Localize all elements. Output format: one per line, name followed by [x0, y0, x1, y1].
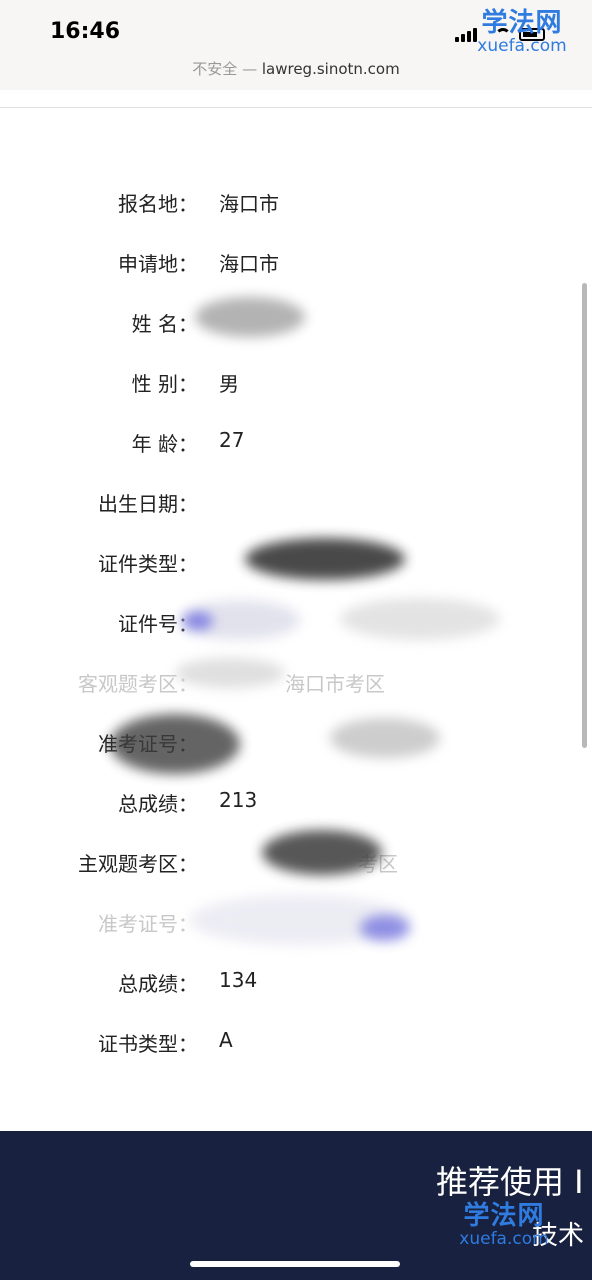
- row-value: 213: [219, 788, 258, 812]
- row-label: 年 龄：: [131, 432, 198, 456]
- row-label: 姓 名：: [131, 312, 198, 336]
- row-application-place: 申请地： 海口市: [0, 240, 592, 280]
- redaction-blur: [340, 598, 500, 640]
- status-time: 16:46: [50, 19, 121, 44]
- signal-icon: [455, 37, 459, 42]
- redaction-blur: [195, 297, 305, 337]
- row-label: 准考证号：: [98, 912, 198, 936]
- redaction-blur: [245, 538, 405, 580]
- row-gender: 性 别： 男: [0, 360, 592, 400]
- watermark-en: xuefa.com: [459, 1229, 549, 1249]
- row-value: 海口市: [219, 192, 279, 216]
- scrollbar[interactable]: [582, 283, 587, 748]
- row-objective-exam-area: 客观题考区： 海口市考区: [0, 660, 592, 700]
- home-indicator[interactable]: [190, 1261, 400, 1267]
- insecure-label: 不安全: [192, 60, 238, 78]
- watermark-logo: 学法网 xuefa.com: [462, 8, 582, 56]
- url-separator: —: [237, 60, 262, 78]
- row-certificate-type: 证书类型： A: [0, 1020, 592, 1060]
- row-label: 总成绩：: [118, 972, 198, 996]
- redaction-blur: [330, 718, 440, 758]
- header-divider: [0, 107, 592, 108]
- row-value: 海口市: [219, 252, 279, 276]
- row-label: 证件类型：: [98, 552, 198, 576]
- row-value: 海口市考区: [285, 672, 385, 696]
- row-label: 性 别：: [131, 372, 198, 396]
- row-age: 年 龄： 27: [0, 420, 592, 460]
- row-total-score-2: 总成绩： 134: [0, 960, 592, 1000]
- row-birth-date: 出生日期：: [0, 480, 592, 520]
- row-ticket-number-1: 准考证号：: [0, 720, 592, 760]
- url-domain: lawreg.sinotn.com: [261, 60, 400, 78]
- watermark-cn: 学法网: [463, 1201, 545, 1231]
- row-label: 报名地：: [118, 192, 198, 216]
- row-label: 出生日期：: [98, 492, 198, 516]
- watermark-cn: 学法网: [481, 8, 563, 38]
- redaction-blur: [262, 830, 382, 875]
- row-value: A: [219, 1028, 233, 1052]
- row-value: 134: [219, 968, 258, 992]
- row-registration-place: 报名地： 海口市: [0, 180, 592, 220]
- redaction-blur: [360, 915, 410, 941]
- redaction-blur: [175, 658, 285, 688]
- watermark-en: xuefa.com: [477, 36, 567, 56]
- bottom-banner[interactable]: 推荐使用 I 技术 学法网 xuefa.com: [0, 1131, 592, 1280]
- row-value: 男: [219, 372, 239, 396]
- row-label: 申请地：: [118, 252, 198, 276]
- banner-title: 推荐使用 I: [436, 1163, 584, 1201]
- watermark-logo: 学法网 xuefa.com: [444, 1201, 564, 1249]
- row-value: 27: [219, 428, 245, 452]
- address-bar[interactable]: 不安全 — lawreg.sinotn.com: [0, 58, 592, 79]
- row-label: 总成绩：: [118, 792, 198, 816]
- row-label: 证书类型：: [98, 1032, 198, 1056]
- redaction-blur: [110, 714, 240, 774]
- row-label: 主观题考区：: [78, 852, 198, 876]
- redaction-blur: [183, 612, 213, 630]
- row-total-score-1: 总成绩： 213: [0, 780, 592, 820]
